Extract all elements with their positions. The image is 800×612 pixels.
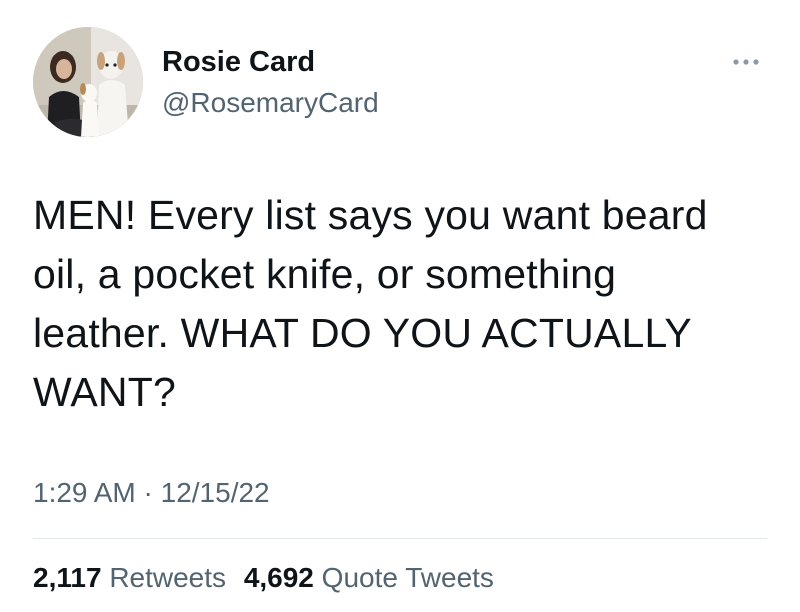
quote-tweets-label: Quote Tweets	[321, 562, 494, 593]
tweet-text-line: leather. WHAT DO YOU ACTUALLY	[33, 310, 692, 356]
avatar[interactable]	[33, 27, 143, 137]
retweets-label: Retweets	[109, 562, 227, 593]
tweet-card: Rosie Card @RosemaryCard MEN! Every list…	[0, 0, 800, 612]
divider	[33, 538, 767, 539]
more-horizontal-icon	[733, 59, 759, 65]
tweet-stats: 2,117 Retweets 4,692 Quote Tweets	[33, 560, 504, 596]
tweet-text-line: WANT?	[33, 369, 176, 415]
quote-tweets-stat[interactable]: 4,692 Quote Tweets	[244, 562, 494, 593]
more-options-button[interactable]	[730, 52, 770, 72]
tweet-time: 1:29 AM	[33, 477, 136, 508]
tweet-text: MEN! Every list says you want beard oil,…	[33, 186, 773, 422]
tweet-timestamp[interactable]: 1:29 AM · 12/15/22	[33, 476, 270, 510]
tweet-text-line: oil, a pocket knife, or something	[33, 251, 617, 297]
retweets-count: 2,117	[33, 562, 102, 593]
tweet-text-line: MEN! Every list says you want beard	[33, 192, 708, 238]
quote-tweets-count: 4,692	[243, 562, 314, 593]
retweets-stat[interactable]: 2,117 Retweets	[33, 562, 234, 593]
avatar-photo	[33, 27, 143, 137]
author-display-name[interactable]: Rosie Card	[162, 44, 315, 80]
tweet-date: 12/15/22	[160, 477, 270, 508]
meta-separator: ·	[143, 477, 153, 508]
author-handle[interactable]: @RosemaryCard	[162, 86, 379, 120]
